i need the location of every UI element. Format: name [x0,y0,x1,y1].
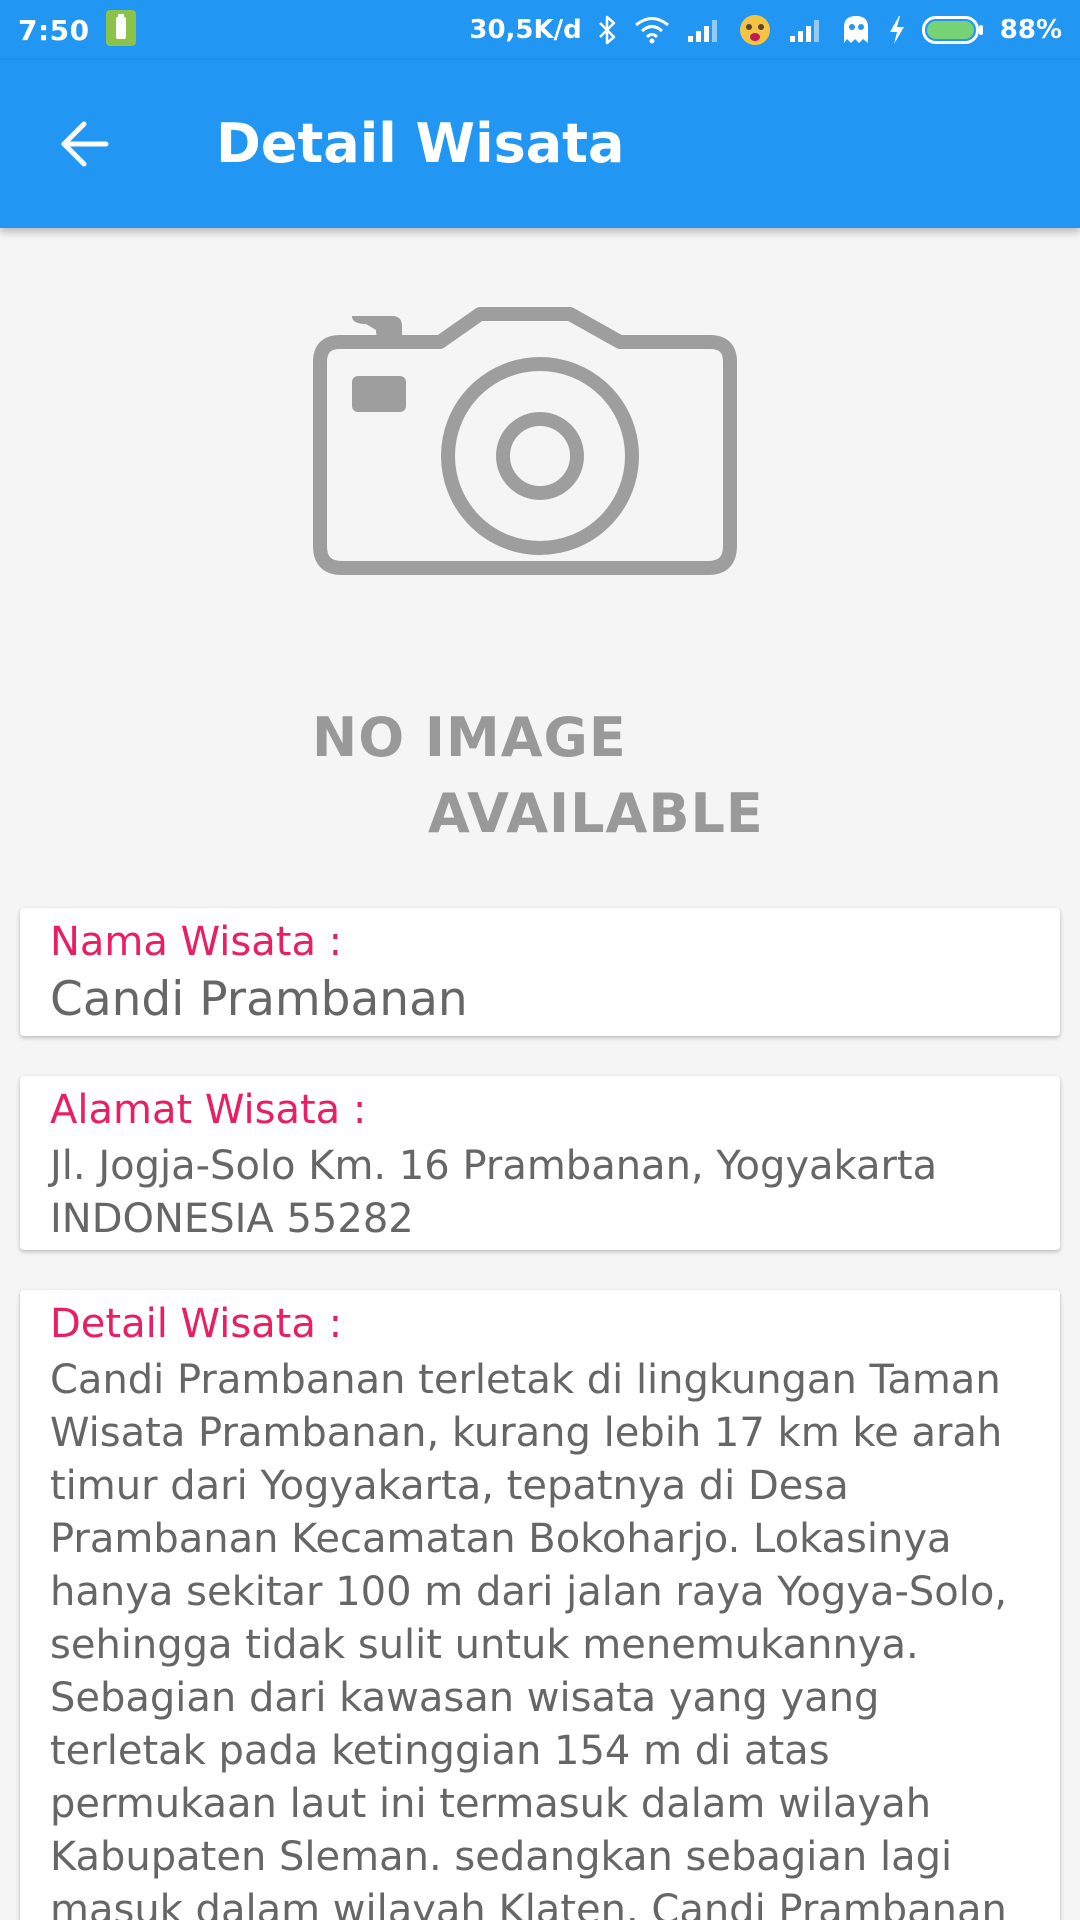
signal-icon-sim1 [686,16,722,44]
arrow-back-icon [61,121,109,167]
camera-icon [313,307,737,575]
page-title: Detail Wisata [216,112,625,175]
placeholder-image: NO IMAGE AVAILABLE [290,306,790,866]
no-image-text-line1: NO IMAGE [312,706,627,769]
no-image-text-line2: AVAILABLE [428,782,764,845]
ghost-app-icon [840,13,872,47]
status-time: 7:50 [18,13,90,47]
address-value: Jl. Jogja-Solo Km. 16 Prambanan, Yogyaka… [50,1143,938,1242]
detail-content[interactable]: NO IMAGE AVAILABLE Nama Wisata : Candi P… [0,228,1080,1920]
address-card: Alamat Wisata : Jl. Jogja-Solo Km. 16 Pr… [20,1076,1060,1250]
wifi-icon [634,16,670,44]
status-bar: 7:50 30,5K/d 88% [0,0,1080,60]
name-card: Nama Wisata : Candi Prambanan [20,908,1060,1036]
app-bar: Detail Wisata [0,60,1080,228]
battery-icon [921,15,984,45]
charging-icon [888,15,906,45]
signal-icon-sim2 [788,16,824,44]
battery-percent: 88% [999,15,1062,45]
address-label: Alamat Wisata : [50,1087,367,1133]
name-label: Nama Wisata : [50,919,343,965]
name-value: Candi Prambanan [50,972,468,1027]
detail-description: Candi Prambanan terletak di lingkungan T… [50,1357,1008,1920]
back-button[interactable] [42,102,126,186]
detail-card: Detail Wisata : Candi Prambanan terletak… [20,1290,1060,1920]
battery-saver-icon [105,10,136,50]
bluetooth-icon [598,15,618,45]
network-speed: 30,5K/d [469,15,582,45]
notification-emoji-icon [738,13,772,47]
detail-label: Detail Wisata : [50,1301,343,1347]
